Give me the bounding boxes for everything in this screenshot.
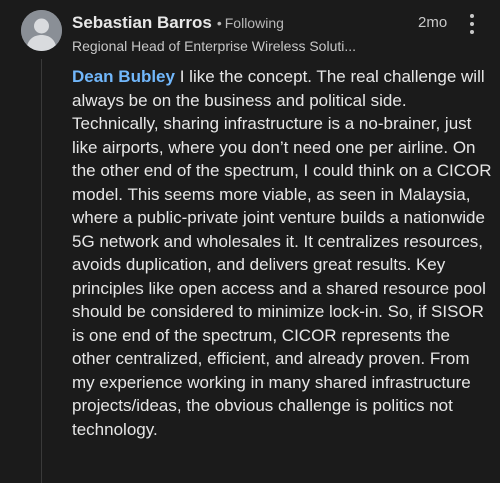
- separator-dot: •: [216, 15, 222, 31]
- mention-link[interactable]: Dean Bubley: [72, 67, 175, 86]
- avatar[interactable]: [21, 10, 62, 51]
- vertical-ellipsis-icon: [470, 14, 474, 34]
- timestamp: 2mo: [418, 14, 448, 31]
- comment-text: I like the concept. The real challenge w…: [72, 67, 492, 439]
- author-row: Sebastian Barros • Following: [72, 12, 402, 34]
- thread-line: [41, 59, 42, 483]
- author-headline: Regional Head of Enterprise Wireless Sol…: [72, 38, 357, 54]
- comment-body: Dean Bubley I like the concept. The real…: [72, 65, 492, 441]
- author-name[interactable]: Sebastian Barros: [72, 13, 212, 33]
- follow-status[interactable]: Following: [225, 15, 284, 31]
- comment-header: Sebastian Barros • Following Regional He…: [72, 12, 402, 54]
- default-person-avatar-icon: [21, 10, 62, 51]
- more-options-button[interactable]: [466, 12, 478, 36]
